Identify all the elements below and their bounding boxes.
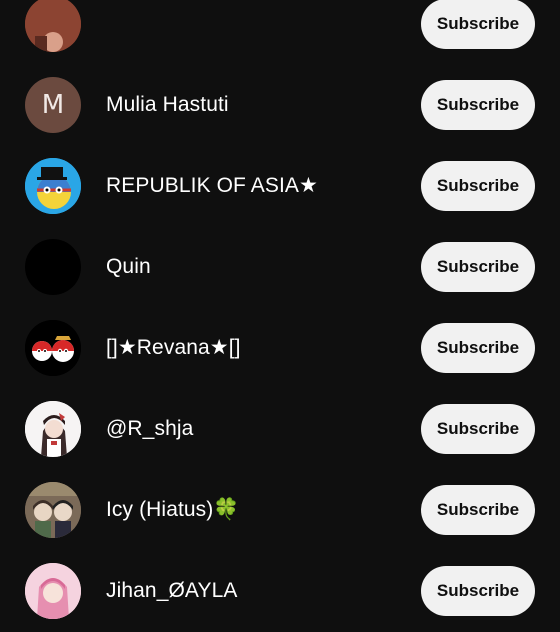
channel-row[interactable]: @R_shja Subscribe (0, 389, 560, 470)
countryball-avatar-icon[interactable] (25, 158, 81, 214)
channel-name[interactable]: @R_shja (106, 415, 193, 443)
subscribe-button[interactable]: Subscribe (421, 404, 535, 454)
channel-row[interactable]: []★Revana★[] Subscribe (0, 308, 560, 389)
subscription-list: Subscribe M Mulia Hastuti Subscribe REPU… (0, 0, 560, 632)
letter-avatar-icon[interactable]: M (25, 77, 81, 133)
channel-name[interactable]: Quin (106, 253, 151, 281)
subscribe-button[interactable]: Subscribe (421, 0, 535, 49)
anime-girl-avatar-icon[interactable] (25, 563, 81, 619)
channel-name[interactable]: Mulia Hastuti (106, 91, 229, 119)
channel-name[interactable]: Icy (Hiatus)🍀 (106, 496, 240, 524)
channel-row[interactable]: Quin Subscribe (0, 227, 560, 308)
channel-row[interactable]: M Mulia Hastuti Subscribe (0, 65, 560, 146)
subscribe-button[interactable]: Subscribe (421, 242, 535, 292)
anime-character-avatar-icon[interactable] (25, 401, 81, 457)
avatar-letter: M (41, 90, 65, 120)
channel-name[interactable]: []★Revana★[] (106, 334, 241, 362)
channel-row[interactable]: Icy (Hiatus)🍀 Subscribe (0, 470, 560, 551)
channel-name[interactable]: Jihan_ØAYLA (106, 577, 237, 605)
subscribe-button[interactable]: Subscribe (421, 485, 535, 535)
subscribe-button[interactable]: Subscribe (421, 323, 535, 373)
channel-row[interactable]: Subscribe (0, 0, 560, 65)
channel-name[interactable]: REPUBLIK OF ASIA★ (106, 172, 318, 200)
channel-row[interactable]: REPUBLIK OF ASIA★ Subscribe (0, 146, 560, 227)
countryballs-avatar-icon[interactable] (25, 320, 81, 376)
subscribe-button[interactable]: Subscribe (421, 161, 535, 211)
channel-row[interactable]: Jihan_ØAYLA Subscribe (0, 551, 560, 632)
subscribe-button[interactable]: Subscribe (421, 566, 535, 616)
subscribe-button[interactable]: Subscribe (421, 80, 535, 130)
black-avatar-icon[interactable] (25, 239, 81, 295)
characters-avatar-icon[interactable] (25, 482, 81, 538)
partial-avatar-icon[interactable] (25, 0, 81, 52)
